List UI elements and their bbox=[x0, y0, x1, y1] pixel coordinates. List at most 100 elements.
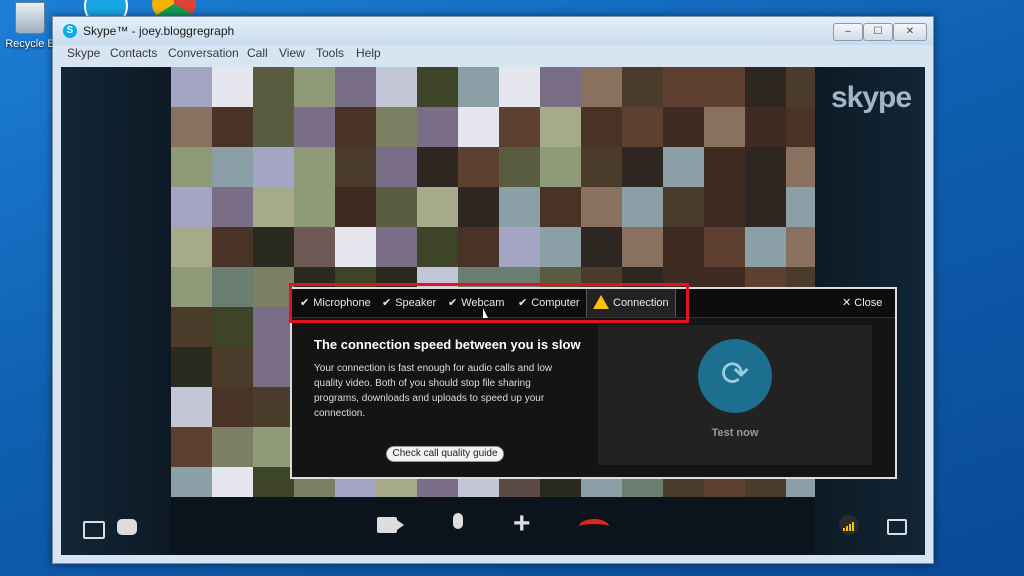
menu-conversation[interactable]: Conversation bbox=[168, 46, 239, 60]
video-pixel-block bbox=[499, 227, 540, 267]
video-pixel-block bbox=[335, 147, 376, 187]
video-pixel-block bbox=[253, 227, 294, 267]
video-pixel-block bbox=[376, 147, 417, 187]
chat-icon[interactable] bbox=[117, 519, 137, 535]
video-pixel-block bbox=[581, 227, 622, 267]
video-pixel-block bbox=[212, 347, 253, 387]
close-window-button[interactable]: ✕ bbox=[893, 23, 927, 41]
video-pixel-block bbox=[376, 107, 417, 147]
video-pixel-block bbox=[663, 227, 704, 267]
video-pixel-block bbox=[376, 67, 417, 107]
video-pixel-block bbox=[581, 187, 622, 227]
video-pixel-block bbox=[294, 67, 335, 107]
menu-call[interactable]: Call bbox=[247, 46, 268, 60]
title-bar[interactable]: S Skype™ - joey.bloggregraph – ☐ ✕ bbox=[53, 17, 933, 45]
video-pixel-block bbox=[540, 227, 581, 267]
left-panel bbox=[61, 67, 171, 555]
video-pixel-block bbox=[171, 187, 212, 227]
video-pixel-block bbox=[786, 67, 815, 107]
test-now-button[interactable]: ⟳ bbox=[698, 339, 772, 413]
video-pixel-block bbox=[540, 147, 581, 187]
video-pixel-block bbox=[212, 107, 253, 147]
test-now-label: Test now bbox=[711, 427, 759, 439]
video-pixel-block bbox=[417, 107, 458, 147]
minimize-button[interactable]: – bbox=[833, 23, 863, 41]
video-pixel-block bbox=[376, 187, 417, 227]
microphone-icon[interactable] bbox=[453, 513, 463, 529]
video-pixel-block bbox=[745, 67, 786, 107]
video-pixel-block bbox=[253, 107, 294, 147]
highlight-box bbox=[289, 283, 689, 323]
video-pixel-block bbox=[540, 107, 581, 147]
video-pixel-block bbox=[663, 107, 704, 147]
video-pixel-block bbox=[458, 227, 499, 267]
video-pixel-block bbox=[704, 107, 745, 147]
video-pixel-block bbox=[171, 307, 212, 347]
video-pixel-block bbox=[212, 267, 253, 307]
menu-contacts[interactable]: Contacts bbox=[110, 46, 157, 60]
menu-help[interactable]: Help bbox=[356, 46, 381, 60]
video-pixel-block bbox=[212, 227, 253, 267]
call-quality-signal-icon[interactable] bbox=[839, 515, 859, 535]
video-pixel-block bbox=[458, 147, 499, 187]
close-popup-button[interactable]: ✕ Close bbox=[842, 289, 882, 317]
test-panel: ⟳ Test now bbox=[598, 325, 872, 465]
video-pixel-block bbox=[581, 67, 622, 107]
maximize-button[interactable]: ☐ bbox=[863, 23, 893, 41]
video-pixel-block bbox=[745, 187, 786, 227]
video-pixel-block bbox=[212, 67, 253, 107]
menu-view[interactable]: View bbox=[279, 46, 305, 60]
video-pixel-block bbox=[458, 187, 499, 227]
video-pixel-block bbox=[499, 67, 540, 107]
video-pixel-block bbox=[253, 267, 294, 307]
video-pixel-block bbox=[622, 107, 663, 147]
video-pixel-block bbox=[212, 387, 253, 427]
menu-bar: Skype Contacts Conversation Call View To… bbox=[53, 45, 933, 63]
video-pixel-block bbox=[171, 107, 212, 147]
video-pixel-block bbox=[171, 267, 212, 307]
video-pixel-block bbox=[253, 387, 294, 427]
video-pixel-block bbox=[171, 427, 212, 467]
share-screen-button[interactable] bbox=[83, 521, 105, 539]
video-pixel-block bbox=[335, 107, 376, 147]
video-pixel-block bbox=[499, 147, 540, 187]
skype-logo-icon: S bbox=[63, 24, 77, 38]
skype-watermark: skype bbox=[831, 81, 912, 114]
video-camera-icon[interactable] bbox=[377, 517, 404, 533]
video-pixel-block bbox=[294, 107, 335, 147]
video-pixel-block bbox=[458, 67, 499, 107]
video-pixel-block bbox=[786, 227, 815, 267]
video-pixel-block bbox=[253, 467, 294, 497]
video-pixel-block bbox=[212, 427, 253, 467]
video-pixel-block bbox=[704, 187, 745, 227]
video-pixel-block bbox=[417, 147, 458, 187]
video-pixel-block bbox=[417, 67, 458, 107]
video-pixel-block bbox=[417, 187, 458, 227]
video-pixel-block bbox=[786, 187, 815, 227]
window-title: Skype™ - joey.bloggregraph bbox=[83, 24, 235, 38]
video-pixel-block bbox=[253, 147, 294, 187]
video-pixel-block bbox=[253, 187, 294, 227]
video-pixel-block bbox=[622, 67, 663, 107]
video-pixel-block bbox=[745, 147, 786, 187]
fullscreen-icon[interactable] bbox=[887, 519, 907, 535]
recycle-bin-icon[interactable]: Recycle B bbox=[0, 0, 60, 50]
menu-skype[interactable]: Skype bbox=[67, 46, 100, 60]
video-pixel-block bbox=[663, 147, 704, 187]
menu-tools[interactable]: Tools bbox=[316, 46, 344, 60]
video-pixel-block bbox=[335, 67, 376, 107]
add-plus-icon[interactable]: + bbox=[513, 507, 531, 541]
video-pixel-block bbox=[540, 187, 581, 227]
video-pixel-block bbox=[171, 227, 212, 267]
video-pixel-block bbox=[335, 187, 376, 227]
video-pixel-block bbox=[704, 67, 745, 107]
video-pixel-block bbox=[253, 307, 294, 347]
end-call-icon[interactable] bbox=[579, 519, 609, 534]
video-pixel-block bbox=[335, 227, 376, 267]
video-pixel-block bbox=[499, 107, 540, 147]
video-pixel-block bbox=[704, 227, 745, 267]
call-quality-guide-button[interactable]: Check call quality guide bbox=[386, 446, 504, 462]
recycle-bin-label: Recycle B bbox=[5, 38, 55, 50]
video-pixel-block bbox=[171, 387, 212, 427]
video-pixel-block bbox=[581, 147, 622, 187]
